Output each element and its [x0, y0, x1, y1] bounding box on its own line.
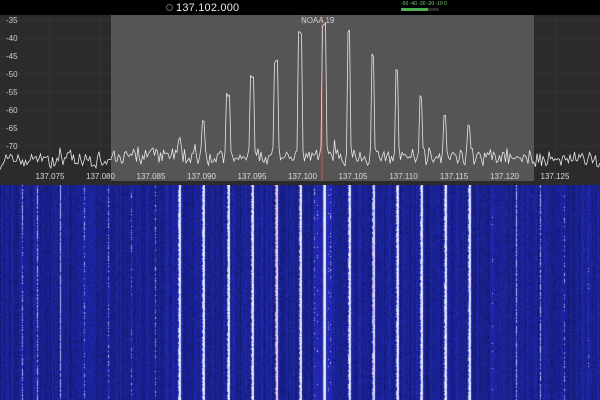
- db-tick-label: -35: [6, 16, 18, 25]
- gain-meter-track: [401, 8, 439, 11]
- gain-tick-label: 0: [444, 1, 447, 7]
- db-tick-label: -70: [6, 142, 18, 151]
- gain-tick-label: -20: [426, 1, 435, 7]
- freq-tick-label: 137.080: [86, 172, 115, 181]
- waterfall-display[interactable]: [0, 185, 600, 400]
- freq-tick-label: 137.100: [288, 172, 317, 181]
- db-tick-label: -40: [6, 34, 18, 43]
- gain-tick-label: -30: [418, 1, 426, 7]
- gain-meter[interactable]: -50 -40 -30 -20 -10 0: [401, 2, 447, 12]
- freq-tick-label: 137.095: [238, 172, 267, 181]
- freq-tick-label: 137.120: [490, 172, 519, 181]
- tune-icon[interactable]: [166, 4, 173, 11]
- freq-tick-label: 137.085: [137, 172, 166, 181]
- frequency-display[interactable]: 137.102.000: [166, 0, 239, 15]
- freq-tick-label: 137.125: [541, 172, 570, 181]
- gain-tick-label: -40: [409, 1, 417, 7]
- freq-tick-label: 137.110: [389, 172, 418, 181]
- vfo-name-label: NOAA 19: [301, 16, 335, 25]
- spectrum-plot[interactable]: NOAA 19 -35 -40 -45 -50 -55 -60 -65 -70 137.075…: [0, 15, 600, 185]
- sdr-window: 137.102.000 -50 -40 -30 -20 -10 0 NOAA 1…: [0, 0, 600, 400]
- freq-tick-label: 137.075: [36, 172, 65, 181]
- gain-tick-label: -50: [401, 1, 409, 7]
- db-tick-label: -45: [6, 52, 18, 61]
- waterfall-canvas[interactable]: [0, 185, 600, 400]
- gain-tick-label: -10: [435, 1, 443, 7]
- db-tick-label: -50: [6, 70, 18, 79]
- gain-meter-scale: -50 -40 -30 -20 -10 0: [401, 2, 447, 7]
- db-tick-label: -65: [6, 124, 18, 133]
- gain-meter-fill: [401, 8, 429, 11]
- spectrum-display[interactable]: NOAA 19 -35 -40 -45 -50 -55 -60 -65 -70 137.075…: [0, 15, 600, 185]
- db-axis: -35 -40 -45 -50 -55 -60 -65 -70: [6, 16, 18, 151]
- freq-tick-label: 137.115: [440, 172, 469, 181]
- freq-tick-label: 137.105: [339, 172, 368, 181]
- db-tick-label: -55: [6, 88, 18, 97]
- top-bar: 137.102.000 -50 -40 -30 -20 -10 0: [0, 0, 600, 15]
- freq-tick-label: 137.090: [187, 172, 216, 181]
- frequency-value: 137.102.000: [176, 1, 240, 14]
- db-tick-label: -60: [6, 106, 18, 115]
